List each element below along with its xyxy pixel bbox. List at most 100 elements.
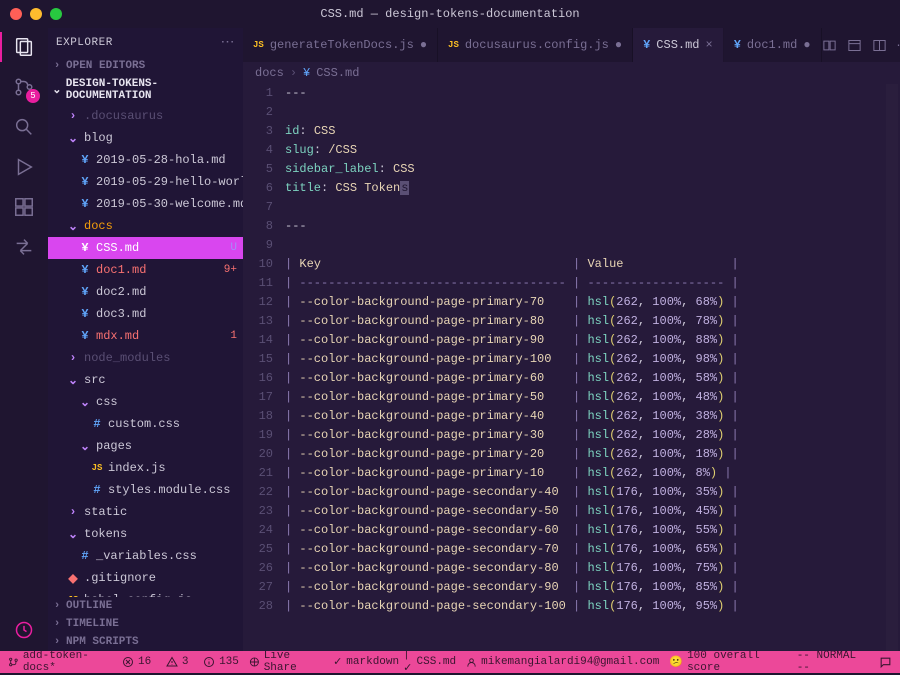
file-tree: ›.docusaurus⌄blog¥2019-05-28-hola.md¥201… (48, 105, 243, 597)
tree-row[interactable]: ⌄blog (48, 127, 243, 149)
tree-row[interactable]: ¥mdx.md1 (48, 325, 243, 347)
tree-label: styles.module.css (108, 483, 230, 497)
dirty-indicator-icon[interactable]: ● (615, 38, 622, 52)
tree-label: mdx.md (96, 329, 139, 343)
tab[interactable]: JSdocusaurus.config.js● (438, 28, 633, 62)
chevron-right-icon: › (52, 618, 62, 630)
tree-label: 2019-05-28-hola.md (96, 153, 226, 167)
tab-file-icon: ¥ (734, 38, 741, 52)
more-tabs-icon[interactable]: ⋯ (897, 38, 900, 53)
tree-row[interactable]: ¥2019-05-29-hello-world.md (48, 171, 243, 193)
tree-label: .gitignore (84, 571, 156, 585)
tree-row[interactable]: JSindex.js (48, 457, 243, 479)
outline-section[interactable]: › OUTLINE (48, 597, 243, 615)
timeline-section[interactable]: › TIMELINE (48, 615, 243, 633)
breadcrumb-folder[interactable]: docs (255, 66, 284, 80)
minimize-window-button[interactable] (30, 8, 42, 20)
project-section[interactable]: ⌄DESIGN-TOKENS-DOCUMENTATION (48, 75, 243, 105)
tree-row[interactable]: #styles.module.css (48, 479, 243, 501)
minimap[interactable] (886, 84, 898, 651)
language-indicator[interactable]: ✓ markdown | ✓ CSS.md (333, 649, 456, 675)
tree-row[interactable]: ›static (48, 501, 243, 523)
debug-activity-icon[interactable] (11, 154, 37, 180)
tree-row[interactable]: ¥doc3.md (48, 303, 243, 325)
problems-indicator[interactable]: 16 3 135 (122, 656, 239, 668)
tree-row[interactable]: ◆.gitignore (48, 567, 243, 589)
editor-area: JSgenerateTokenDocs.js●JSdocusaurus.conf… (243, 28, 900, 651)
tree-row[interactable]: #custom.css (48, 413, 243, 435)
npm-section[interactable]: ›NPM SCRIPTS (48, 633, 243, 651)
search-activity-icon[interactable] (11, 114, 37, 140)
window-title: CSS.md — design-tokens-documentation (320, 7, 579, 21)
tab[interactable]: ¥CSS.md× (633, 28, 724, 62)
chevron-right-icon: › (290, 66, 297, 80)
maximize-window-button[interactable] (50, 8, 62, 20)
close-window-button[interactable] (10, 8, 22, 20)
scm-activity-icon[interactable]: 5 (11, 74, 37, 100)
tree-row[interactable]: ¥2019-05-28-hola.md (48, 149, 243, 171)
tree-label: static (84, 505, 127, 519)
breadcrumb[interactable]: docs › ¥ CSS.md (243, 62, 900, 84)
sidebar-more-icon[interactable]: ⋯ (221, 34, 236, 51)
compare-icon[interactable] (822, 38, 837, 53)
breadcrumb-file[interactable]: CSS.md (316, 66, 359, 80)
file-status: 1 (230, 330, 237, 342)
liveshare-indicator[interactable]: Live Share (249, 650, 323, 674)
section-label: TIMELINE (66, 618, 119, 630)
tab-file-icon: JS (253, 40, 264, 50)
section-label: OUTLINE (66, 600, 112, 612)
extensions-activity-icon[interactable] (11, 194, 37, 220)
breadcrumb-file-icon: ¥ (303, 66, 310, 80)
tree-row[interactable]: ⌄src (48, 369, 243, 391)
chevron-right-icon: › (52, 636, 62, 648)
tree-row[interactable]: ›.docusaurus (48, 105, 243, 127)
branch-name: add-token-docs* (23, 650, 112, 674)
tree-label: doc1.md (96, 263, 146, 277)
titlebar: CSS.md — design-tokens-documentation (0, 0, 900, 28)
window-controls (10, 8, 62, 20)
tree-label: docs (84, 219, 113, 233)
explorer-activity-icon[interactable] (11, 34, 37, 60)
tree-row[interactable]: ⌄tokens (48, 523, 243, 545)
tree-row[interactable]: ⌄pages (48, 435, 243, 457)
score-indicator[interactable]: 😕100 overall score (669, 650, 784, 674)
split-icon[interactable] (872, 38, 887, 53)
tab-file-icon: ¥ (643, 38, 650, 52)
tab-label: doc1.md (747, 38, 797, 52)
remote-activity-icon[interactable] (11, 234, 37, 260)
dirty-indicator-icon[interactable]: ● (420, 38, 427, 52)
user-indicator[interactable]: mikemangialardi94@gmail.com (466, 656, 659, 668)
tree-row[interactable]: ›node_modules (48, 347, 243, 369)
feedback-icon[interactable] (879, 650, 892, 674)
code-editor[interactable]: 1234567891011121314151617181920212223242… (243, 84, 900, 651)
dirty-indicator-icon[interactable]: ● (803, 38, 810, 52)
tree-row[interactable]: ⌄docs (48, 215, 243, 237)
clock-activity-icon[interactable] (11, 617, 37, 643)
section-label: OPEN EDITORS (66, 60, 145, 72)
tree-row[interactable]: ⌄css (48, 391, 243, 413)
sidebar-header: EXPLORER ⋯ (48, 28, 243, 57)
tree-row[interactable]: JSbabel.config.js (48, 589, 243, 597)
tree-row[interactable]: ¥doc1.md9+ (48, 259, 243, 281)
chevron-right-icon: › (52, 60, 62, 72)
scm-badge: 5 (26, 89, 40, 103)
open-editors-section[interactable]: › OPEN EDITORS (48, 57, 243, 75)
sidebar: EXPLORER ⋯ › OPEN EDITORS ⌄DESIGN-TOKENS-… (48, 28, 243, 651)
tree-row[interactable]: #_variables.css (48, 545, 243, 567)
preview-icon[interactable] (847, 38, 862, 53)
chevron-right-icon: › (52, 600, 62, 612)
tree-row[interactable]: ¥2019-05-30-welcome.md (48, 193, 243, 215)
tree-row[interactable]: ¥CSS.mdU (48, 237, 243, 259)
tab-actions: ⋯ (822, 28, 900, 62)
tab[interactable]: ¥ doc1.md ● (724, 28, 822, 62)
language-label: markdown (346, 656, 399, 668)
file-label: CSS.md (417, 656, 457, 668)
branch-indicator[interactable]: add-token-docs* (8, 650, 112, 674)
chevron-down-icon: ⌄ (52, 83, 62, 97)
tab[interactable]: JSgenerateTokenDocs.js● (243, 28, 438, 62)
tree-label: tokens (84, 527, 127, 541)
tree-label: node_modules (84, 351, 170, 365)
tree-row[interactable]: ¥doc2.md (48, 281, 243, 303)
code-lines[interactable]: ---id: CSSslug: /CSSsidebar_label: CSSti… (285, 84, 900, 651)
close-tab-icon[interactable]: × (706, 38, 713, 52)
